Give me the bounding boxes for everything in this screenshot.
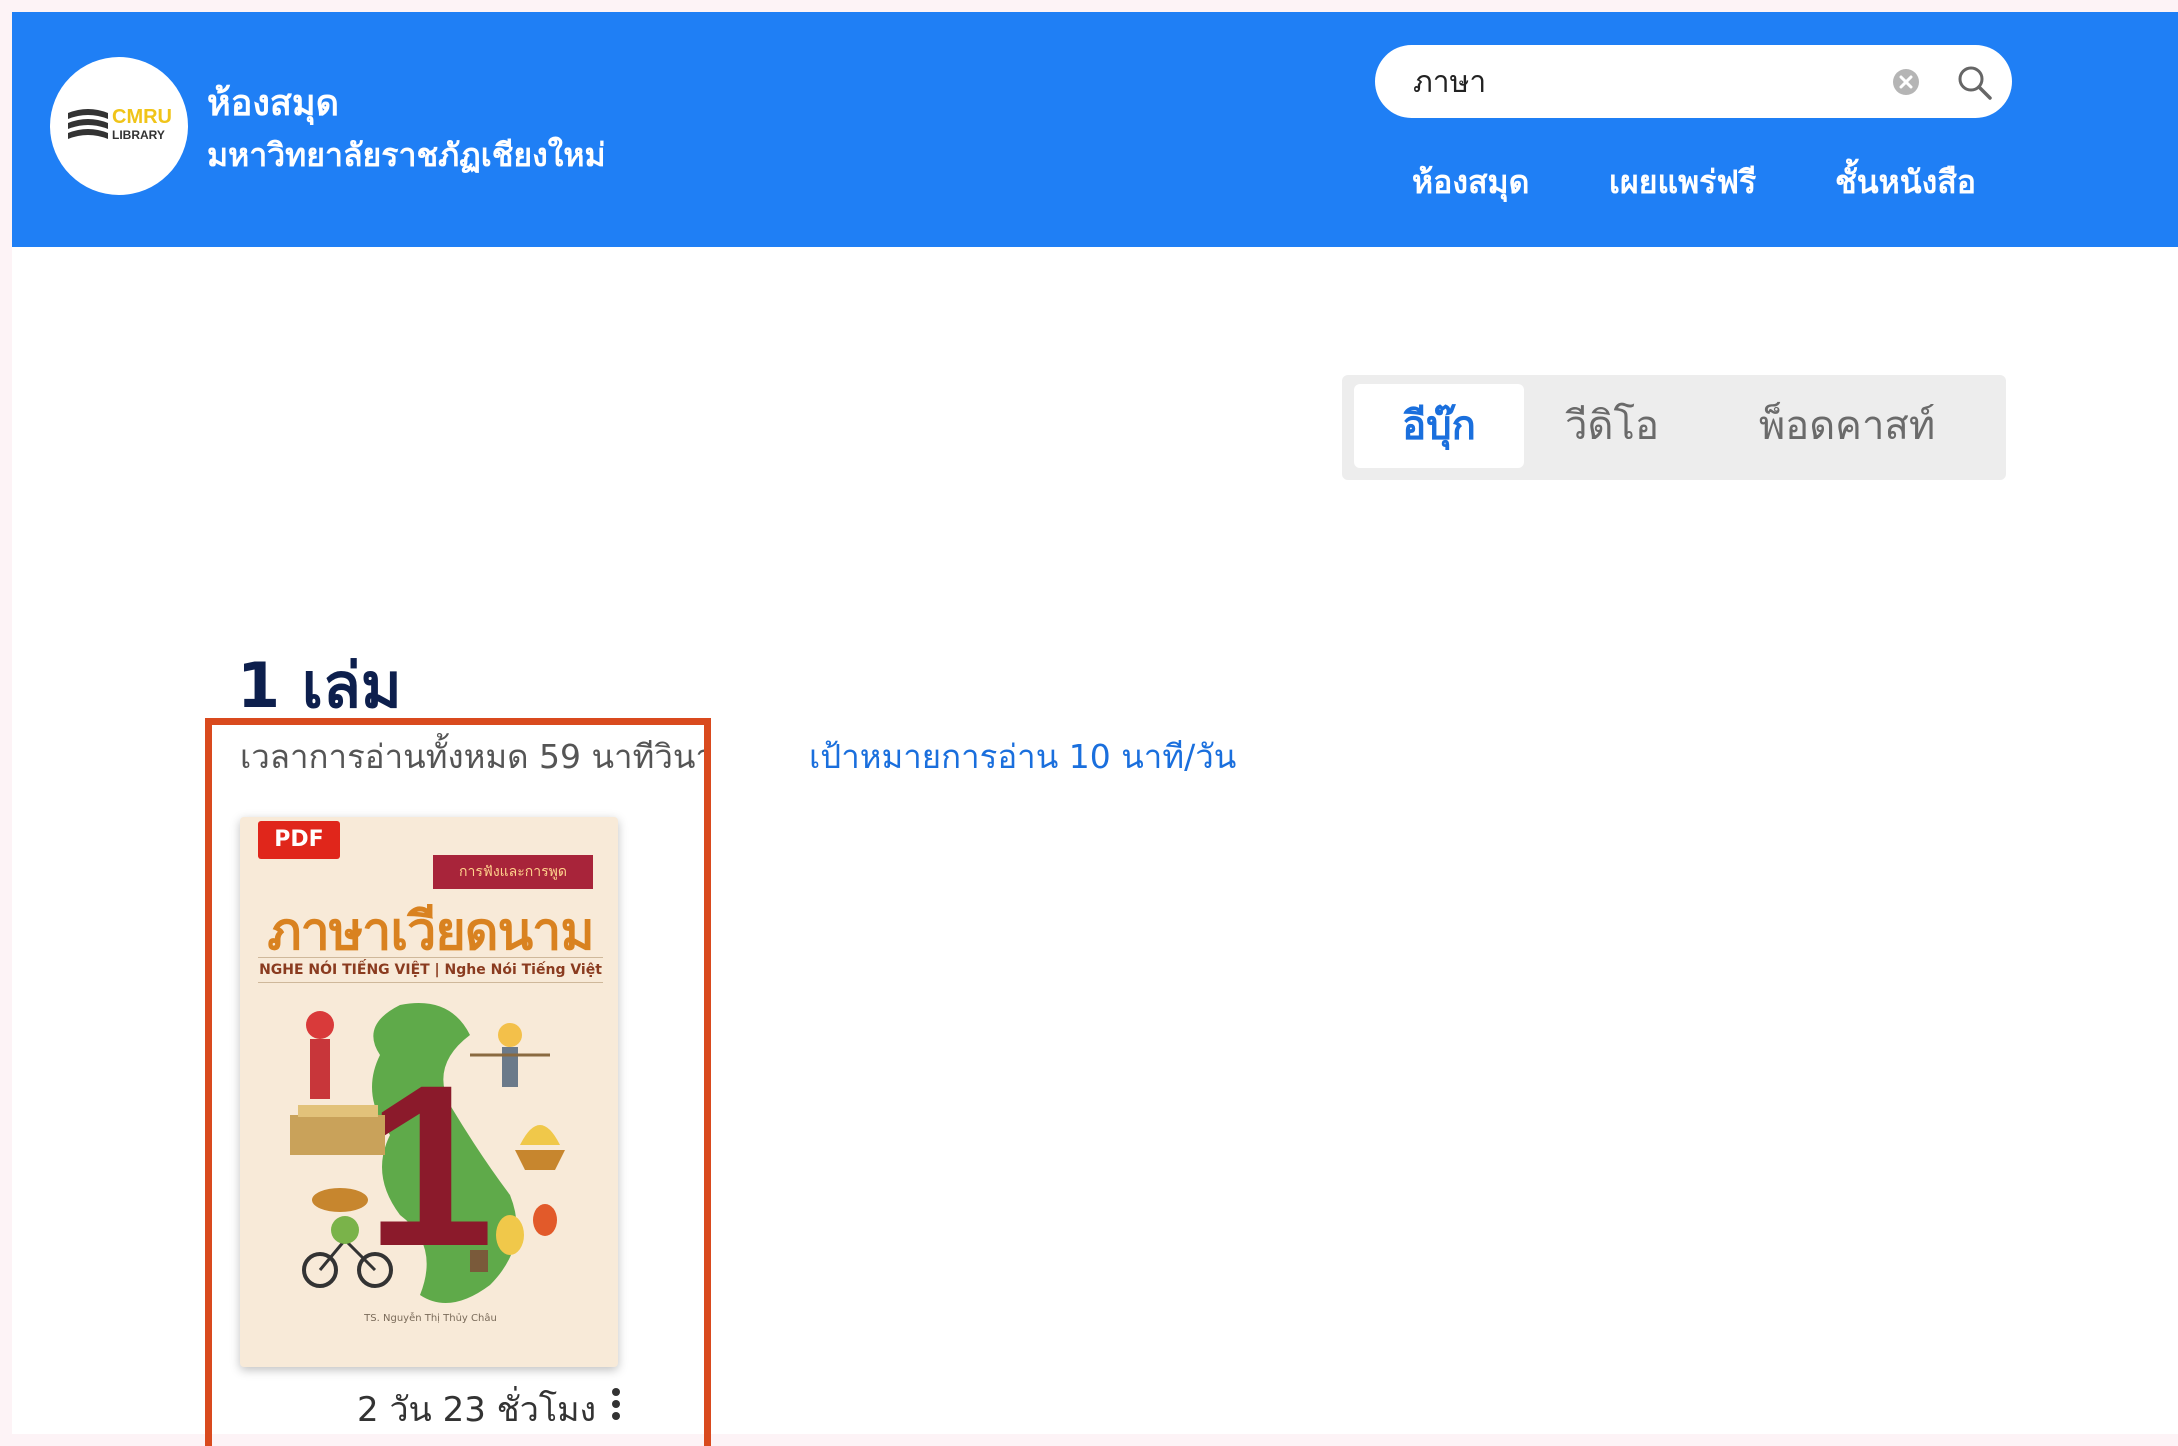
- book-cover[interactable]: PDF การฟังและการพูด ภาษาเวียดนาม NGHE NÓ…: [240, 817, 618, 1367]
- reading-goal-link[interactable]: เป้าหมายการอ่าน 10 นาที/วัน: [809, 730, 1236, 783]
- book-stack-icon: CMRU LIBRARY: [68, 106, 172, 142]
- clear-search-icon[interactable]: [1892, 68, 1920, 96]
- cover-tag: การฟังและการพูด: [433, 855, 593, 889]
- tab-ebook[interactable]: อีบุ๊ก: [1354, 384, 1524, 468]
- media-tabs: อีบุ๊ก วีดิโอ พ็อดคาสท์: [1342, 375, 2006, 480]
- pdf-badge: PDF: [258, 821, 340, 859]
- cover-author: TS. Nguyễn Thị Thủy Châu: [364, 1313, 497, 1324]
- nav-free-publications[interactable]: เผยแพร่ฟรี: [1609, 157, 1756, 208]
- nav-bookshelf[interactable]: ชั้นหนังสือ: [1835, 157, 1976, 208]
- tab-video[interactable]: วีดิโอ: [1542, 384, 1682, 468]
- library-logo[interactable]: CMRU LIBRARY: [50, 57, 188, 195]
- library-title: ห้องสมุด: [207, 83, 340, 124]
- search-box[interactable]: [1375, 45, 2012, 118]
- search-icon[interactable]: [1955, 63, 1995, 103]
- search-input[interactable]: [1411, 57, 1875, 107]
- tab-podcast[interactable]: พ็อดคาสท์: [1702, 384, 1992, 468]
- vietnam-map-illustration: 1: [290, 1003, 565, 1303]
- svg-text:CMRU: CMRU: [112, 106, 172, 128]
- library-subtitle: มหาวิทยาลัยราชภัฏเชียงใหม่: [207, 136, 606, 174]
- nav-library[interactable]: ห้องสมุด: [1412, 157, 1529, 208]
- loan-remaining-time: 2 วัน 23 ชั่วโมง: [357, 1390, 597, 1430]
- page: CMRU LIBRARY ห้องสมุด มหาวิทยาลัยราชภัฏเ…: [12, 12, 2178, 1446]
- header-bar: CMRU LIBRARY ห้องสมุด มหาวิทยาลัยราชภัฏเ…: [12, 12, 2178, 247]
- more-options-icon[interactable]: [608, 1384, 624, 1424]
- svg-text:LIBRARY: LIBRARY: [112, 128, 165, 142]
- cover-subtitle: NGHE NÓI TIẾNG VIỆT | Nghe Nói Tiếng Việ…: [258, 957, 603, 983]
